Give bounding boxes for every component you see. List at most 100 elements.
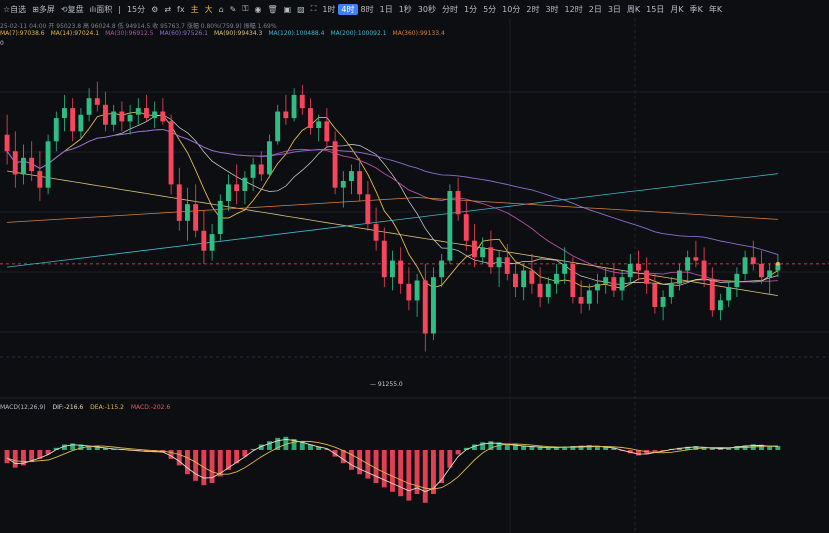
- macd-bar: [193, 450, 199, 481]
- macd-bar: [439, 450, 445, 483]
- candle-body: [455, 191, 461, 215]
- candle-body: [185, 204, 190, 221]
- candle-body: [86, 98, 92, 115]
- candle-body: [135, 108, 141, 115]
- candle-body: [504, 257, 510, 274]
- macd-bar: [455, 450, 461, 455]
- candle-body: [258, 164, 264, 175]
- candle-body: [250, 164, 256, 178]
- candle-body: [578, 297, 584, 304]
- candle-body: [373, 224, 379, 241]
- candle-body: [316, 121, 322, 128]
- candle-body: [37, 171, 43, 188]
- candle-body: [422, 280, 428, 334]
- macd-bar: [381, 450, 387, 488]
- macd-bar: [390, 450, 395, 492]
- candle-body: [652, 283, 658, 307]
- last-price-dot: [775, 261, 780, 266]
- candle-body: [168, 121, 174, 185]
- macd-bar: [12, 450, 18, 468]
- macd-bar: [357, 450, 363, 475]
- candle-body: [127, 114, 133, 122]
- candle-body: [111, 111, 117, 125]
- candle-body: [299, 94, 305, 109]
- candle-body: [267, 141, 272, 175]
- candle-body: [488, 247, 494, 268]
- candle-body: [726, 287, 732, 301]
- candle-body: [152, 111, 158, 119]
- candle-body: [677, 270, 682, 284]
- candle-body: [431, 277, 436, 334]
- candle-body: [160, 111, 166, 122]
- low-price-value: 91255.0: [377, 381, 403, 388]
- candle-body: [70, 108, 76, 132]
- candle-body: [201, 230, 207, 251]
- macd-dea: DEA:-115.2: [90, 404, 124, 411]
- candle-body: [62, 108, 67, 118]
- candle-body: [554, 273, 559, 284]
- macd-title: MACD(12,26,9): [0, 404, 46, 411]
- macd-value: MACD:-202.6: [130, 404, 171, 411]
- macd-bar: [431, 450, 436, 494]
- macd-bar: [422, 450, 428, 503]
- candle-body: [718, 300, 723, 311]
- ma360-line: [7, 197, 778, 223]
- candle-body: [21, 157, 26, 175]
- ma60-line: [6, 129, 779, 256]
- candle-body: [103, 104, 108, 125]
- low-price-label: — 91255.0: [370, 381, 403, 388]
- candle-body: [193, 204, 199, 231]
- candle-body: [750, 257, 756, 264]
- candle-body: [668, 283, 674, 298]
- candle-body: [463, 214, 469, 241]
- candle-body: [627, 263, 633, 278]
- candle-body: [283, 111, 289, 119]
- candle-body: [209, 234, 215, 251]
- candle-body: [324, 121, 330, 142]
- candle-body: [226, 184, 231, 201]
- candle-body: [619, 277, 625, 291]
- macd-bar: [373, 450, 379, 483]
- candle-body: [545, 283, 551, 298]
- candle-body: [734, 273, 740, 288]
- candle-body: [611, 277, 617, 291]
- macd-bar: [185, 450, 190, 475]
- candle-body: [562, 263, 568, 274]
- candle-body: [660, 297, 666, 307]
- candle-body: [644, 270, 650, 284]
- candle-body: [586, 290, 592, 304]
- macd-bar: [406, 450, 412, 501]
- macd-bar: [398, 450, 404, 497]
- candle-body: [709, 280, 715, 311]
- candle-body: [217, 200, 223, 234]
- candle-body: [595, 283, 600, 291]
- candle-body: [529, 270, 535, 284]
- candle-body: [693, 257, 699, 261]
- candle-body: [685, 257, 691, 271]
- candle-body: [332, 141, 338, 188]
- candle-body: [439, 260, 445, 278]
- kline-chart[interactable]: [0, 0, 829, 533]
- candle-body: [496, 257, 502, 268]
- candle-body: [406, 283, 412, 301]
- macd-bar: [349, 450, 354, 470]
- candle-body: [119, 111, 125, 122]
- candle-body: [390, 260, 395, 278]
- candle-body: [472, 240, 477, 258]
- candle-body: [603, 277, 609, 284]
- candle-body: [78, 114, 84, 132]
- candle-body: [636, 263, 641, 271]
- candle-body: [365, 194, 371, 225]
- candle-body: [53, 118, 59, 142]
- candle-body: [45, 141, 51, 188]
- macd-dif: DIF:-216.6: [52, 404, 84, 411]
- candle-body: [242, 177, 248, 191]
- candle-body: [94, 98, 100, 105]
- candle-body: [570, 263, 576, 297]
- candle-body: [357, 171, 363, 195]
- candle-body: [275, 111, 281, 142]
- candle-body: [521, 270, 527, 288]
- candle-body: [742, 257, 748, 274]
- candle-body: [234, 184, 240, 191]
- candle-body: [4, 134, 10, 152]
